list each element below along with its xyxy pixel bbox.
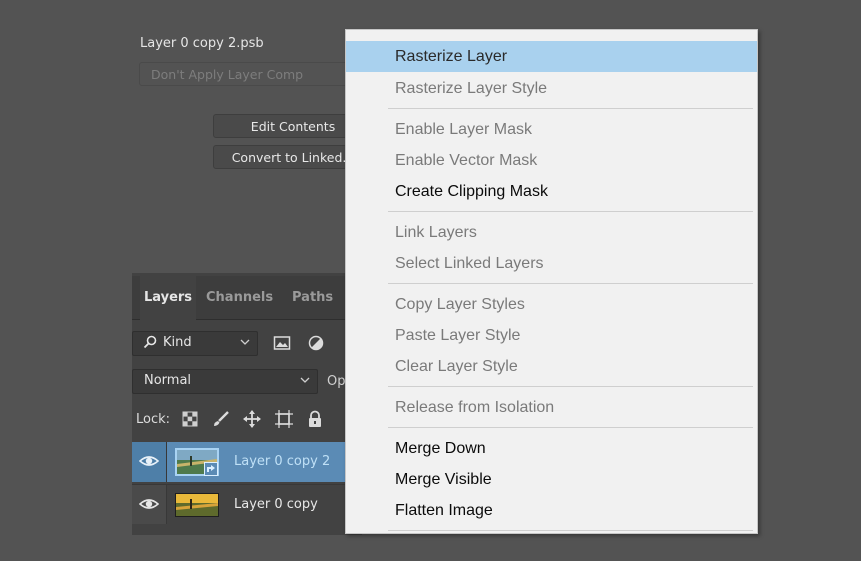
tab-layers[interactable]: Layers xyxy=(140,276,196,320)
chevron-down-icon xyxy=(239,336,251,351)
menu-item-clear-layer-style[interactable]: Clear Layer Style xyxy=(346,351,757,382)
blend-mode-select[interactable]: Normal xyxy=(132,369,318,394)
lock-transparent-icon[interactable] xyxy=(181,410,199,428)
menu-item-merge-down[interactable]: Merge Down xyxy=(346,433,757,464)
visibility-toggle[interactable] xyxy=(132,485,167,524)
adjustment-filter-icon[interactable] xyxy=(308,335,326,351)
eye-icon xyxy=(138,495,160,517)
menu-item-copy-layer-styles[interactable]: Copy Layer Styles xyxy=(346,289,757,320)
lock-move-icon[interactable] xyxy=(243,410,261,428)
kind-filter-select[interactable]: Kind xyxy=(132,331,258,356)
menu-item-flatten-image[interactable]: Flatten Image xyxy=(346,495,757,526)
menu-separator xyxy=(388,108,753,109)
context-menu: Rasterize Layer Rasterize Layer Style En… xyxy=(345,29,758,534)
blend-mode-label: Normal xyxy=(144,373,192,388)
menu-separator xyxy=(388,386,753,387)
menu-separator xyxy=(388,211,753,212)
tab-channels[interactable]: Channels xyxy=(206,276,273,320)
lock-artboard-icon[interactable] xyxy=(275,410,293,428)
opacity-label: Op xyxy=(327,374,346,389)
visibility-toggle[interactable] xyxy=(132,442,167,482)
menu-item-select-linked-layers[interactable]: Select Linked Layers xyxy=(346,248,757,279)
layer-thumbnail xyxy=(175,493,219,517)
menu-separator xyxy=(388,530,753,531)
eye-icon xyxy=(138,452,160,474)
chevron-down-icon xyxy=(299,374,311,389)
menu-item-enable-layer-mask[interactable]: Enable Layer Mask xyxy=(346,114,757,145)
kind-filter-label: Kind xyxy=(163,335,192,350)
search-icon xyxy=(143,335,157,353)
lock-brush-icon[interactable] xyxy=(212,410,230,428)
document-name: Layer 0 copy 2.psb xyxy=(140,36,264,51)
menu-separator xyxy=(388,283,753,284)
layer-row[interactable]: Layer 0 copy xyxy=(132,484,362,524)
lock-all-icon[interactable] xyxy=(306,410,324,428)
layer-name: Layer 0 copy 2 xyxy=(234,454,331,469)
menu-item-merge-visible[interactable]: Merge Visible xyxy=(346,464,757,495)
lock-label: Lock: xyxy=(136,412,171,427)
tab-paths[interactable]: Paths xyxy=(292,276,333,320)
menu-item-rasterize-layer-style[interactable]: Rasterize Layer Style xyxy=(346,73,757,104)
layer-comp-select[interactable]: Don't Apply Layer Comp xyxy=(139,62,359,86)
layer-row[interactable]: Layer 0 copy 2 xyxy=(132,442,362,482)
menu-item-paste-layer-style[interactable]: Paste Layer Style xyxy=(346,320,757,351)
menu-item-create-clipping-mask[interactable]: Create Clipping Mask xyxy=(346,176,757,207)
menu-item-link-layers[interactable]: Link Layers xyxy=(346,217,757,248)
layers-tab-bar: Layers Channels Paths xyxy=(132,276,362,320)
menu-item-release-from-isolation[interactable]: Release from Isolation xyxy=(346,392,757,423)
layer-name: Layer 0 copy xyxy=(234,497,318,512)
smart-object-badge-icon xyxy=(204,461,218,480)
menu-item-rasterize-layer[interactable]: Rasterize Layer xyxy=(346,41,757,72)
menu-item-enable-vector-mask[interactable]: Enable Vector Mask xyxy=(346,145,757,176)
layer-comp-placeholder: Don't Apply Layer Comp xyxy=(151,67,304,82)
menu-separator xyxy=(388,427,753,428)
image-filter-icon[interactable] xyxy=(273,335,291,351)
